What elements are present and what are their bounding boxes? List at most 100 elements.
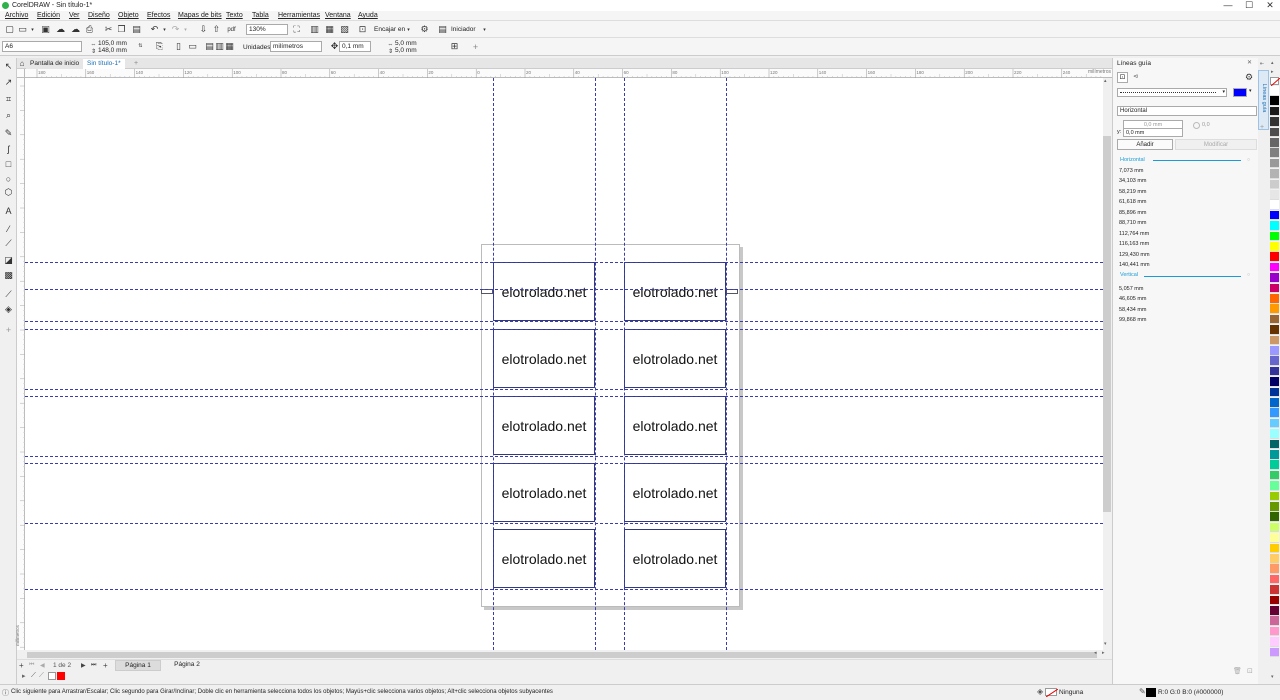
width-spinner-icon[interactable]: ⇅: [135, 40, 146, 51]
swatch-red[interactable]: [57, 672, 65, 680]
horizontal-collapse-icon[interactable]: ○: [1247, 157, 1250, 163]
guide-list-item[interactable]: 61,618 mm: [1119, 199, 1147, 205]
menu-archivo[interactable]: Archivo: [5, 12, 28, 19]
docker-add-icon[interactable]: +: [1260, 124, 1264, 131]
palette-swatch[interactable]: [1270, 512, 1279, 522]
page-tab-2[interactable]: Página 2: [164, 660, 210, 671]
palette-scroll-down-icon[interactable]: ▾: [1271, 674, 1274, 680]
palette-swatch[interactable]: [1270, 470, 1279, 481]
palette-swatch[interactable]: [1270, 450, 1279, 460]
palette-swatch[interactable]: [1270, 533, 1279, 543]
next-page-icon[interactable]: ▶: [81, 662, 86, 669]
angle-radio[interactable]: [1193, 122, 1200, 129]
palette-swatch[interactable]: [1270, 647, 1279, 658]
options-gear-icon[interactable]: ⚙: [419, 24, 430, 35]
transparency-icon[interactable]: ▩: [3, 270, 14, 281]
menu-edicion[interactable]: Edición: [37, 12, 60, 19]
menu-ver[interactable]: Ver: [69, 12, 80, 19]
snap-dropdown-icon[interactable]: ▾: [403, 24, 414, 35]
palette-swatch[interactable]: [1270, 418, 1279, 429]
palette-swatch[interactable]: [1270, 190, 1279, 200]
horizontal-ruler[interactable]: 180 160 140 120 100 80 60 40 20 0 20 40 60 80 100 120 14…: [25, 69, 1112, 78]
palette-swatch[interactable]: [1270, 96, 1279, 106]
print-icon[interactable]: ⎙: [84, 24, 95, 35]
palette-swatch[interactable]: [1270, 138, 1279, 148]
menu-ventana[interactable]: Ventana: [325, 12, 351, 19]
palette-swatch[interactable]: [1270, 179, 1279, 190]
card-3[interactable]: elotrolado.net: [493, 329, 595, 388]
card-4[interactable]: elotrolado.net: [624, 329, 726, 388]
swatch-none[interactable]: [48, 672, 56, 680]
save-icon[interactable]: ▣: [40, 24, 51, 35]
palette-swatch[interactable]: [1270, 460, 1279, 470]
drop-shadow-icon[interactable]: ◪: [3, 255, 14, 266]
snap-to-icon[interactable]: ⊡: [357, 24, 368, 35]
palette-swatch[interactable]: [1270, 294, 1279, 304]
guide-list-item[interactable]: 129,430 mm: [1119, 252, 1150, 258]
palette-swatch[interactable]: [1270, 606, 1279, 616]
palette-no-color-swatch[interactable]: [1270, 77, 1280, 87]
publish-pdf-icon[interactable]: pdf: [226, 24, 237, 35]
nudge-distance-field[interactable]: 0,1 mm: [339, 41, 371, 52]
crop-tool-icon[interactable]: ⌗: [3, 94, 14, 105]
launcher-dropdown-icon[interactable]: ▾: [479, 24, 490, 35]
horizontal-guideline[interactable]: [25, 329, 1103, 330]
drawing-workspace[interactable]: elotrolado.net elotrolado.net elotrolado…: [25, 78, 1103, 650]
show-guidelines-icon[interactable]: ▧: [339, 24, 350, 35]
palette-swatch[interactable]: [1270, 574, 1279, 585]
palette-swatch[interactable]: [1270, 595, 1279, 606]
guide-list-item[interactable]: 5,057 mm: [1119, 286, 1143, 292]
palette-swatch[interactable]: [1270, 346, 1279, 356]
parallel-dimension-icon[interactable]: ⁄: [3, 223, 14, 234]
shape-tool-icon[interactable]: ↗: [3, 77, 14, 88]
palette-swatch[interactable]: [1270, 554, 1279, 564]
vertical-guideline[interactable]: [624, 78, 625, 650]
scroll-down-icon[interactable]: ▾: [1104, 641, 1107, 647]
card-1[interactable]: elotrolado.net: [493, 262, 595, 321]
zoom-tool-icon[interactable]: ⌕: [3, 110, 14, 121]
text-tool-icon[interactable]: A: [3, 205, 14, 216]
guide-list-item[interactable]: 88,710 mm: [1119, 220, 1147, 226]
menu-texto[interactable]: Texto: [226, 12, 243, 19]
full-screen-icon[interactable]: ⛶: [291, 24, 302, 35]
launcher-label[interactable]: Iniciador: [451, 26, 476, 33]
guide-angle-field[interactable]: 0,0: [1202, 122, 1210, 128]
duplicate-y-field[interactable]: 5,0 mm: [395, 47, 417, 54]
palette-swatch[interactable]: [1270, 242, 1279, 252]
palette-swatch[interactable]: [1270, 481, 1279, 491]
paste-icon[interactable]: ▤: [131, 24, 142, 35]
previous-page-icon[interactable]: ◀: [40, 662, 45, 669]
no-color-swatch-icon[interactable]: ⟋: [39, 672, 44, 680]
guide-list-item[interactable]: 58,219 mm: [1119, 189, 1147, 195]
palette-swatch[interactable]: [1270, 439, 1279, 450]
scroll-up-icon[interactable]: ▴: [1104, 78, 1107, 84]
scroll-left-icon[interactable]: ◂: [1094, 650, 1097, 656]
all-pages-icon[interactable]: ⎘: [154, 41, 165, 52]
tab-untitled-document[interactable]: Sin título-1*: [83, 59, 125, 69]
rectangle-tool-icon[interactable]: □: [3, 158, 14, 169]
guide-y-field[interactable]: 0,0 mm: [1123, 128, 1183, 137]
palette-swatch[interactable]: [1270, 252, 1279, 262]
lock-guide-icon[interactable]: ⊡: [1247, 667, 1253, 675]
card-8[interactable]: elotrolado.net: [624, 463, 726, 522]
palette-swatch[interactable]: [1270, 262, 1279, 273]
vertical-collapse-icon[interactable]: ○: [1247, 272, 1250, 278]
horizontal-guideline[interactable]: [25, 456, 1103, 457]
guide-list-item[interactable]: 46,605 mm: [1119, 296, 1147, 302]
palette-swatch[interactable]: [1270, 387, 1279, 398]
vertical-guideline[interactable]: [595, 78, 596, 650]
artistic-media-icon[interactable]: ʃ: [3, 143, 14, 154]
eyedropper-palette-icon[interactable]: ⟋: [31, 672, 36, 680]
line-style-select[interactable]: ▾: [1117, 88, 1227, 97]
vertical-ruler[interactable]: milímetros: [15, 78, 25, 667]
palette-swatch[interactable]: [1270, 408, 1279, 418]
palette-swatch[interactable]: [1270, 564, 1279, 574]
horizontal-scroll-thumb[interactable]: [27, 652, 1097, 658]
redo-dropdown-icon[interactable]: ▾: [180, 24, 191, 35]
docker-settings-gear-icon[interactable]: ⚙: [1245, 72, 1253, 83]
import-icon[interactable]: ⇩: [198, 24, 209, 35]
show-rulers-icon[interactable]: ▥: [309, 24, 320, 35]
palette-swatch[interactable]: [1270, 502, 1279, 512]
horizontal-guideline[interactable]: [25, 523, 1103, 524]
add-page-after-icon[interactable]: +: [103, 661, 108, 670]
